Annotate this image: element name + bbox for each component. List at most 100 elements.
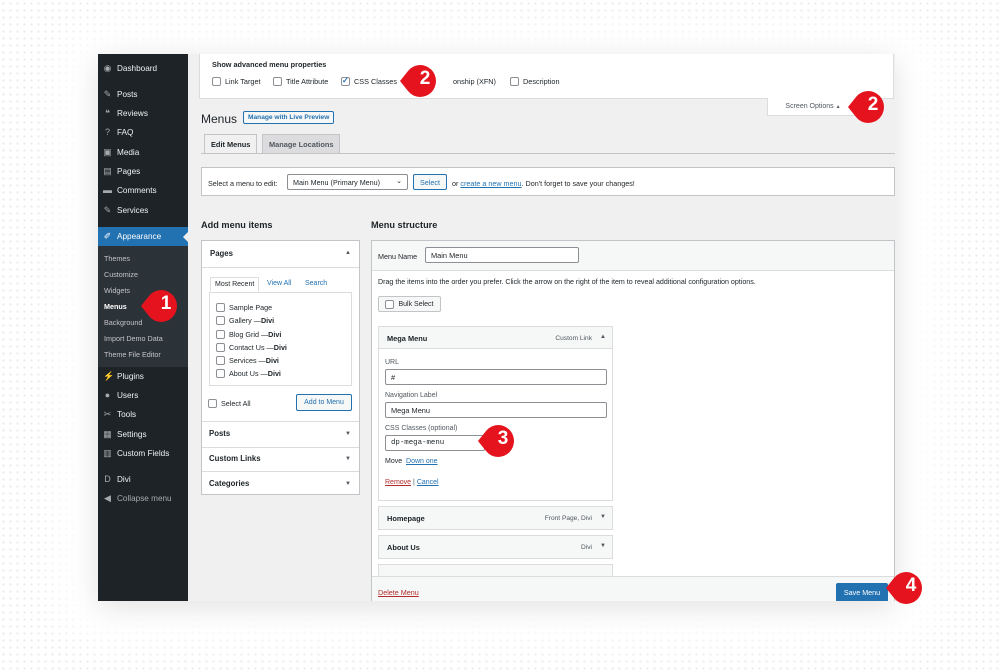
option-xfn[interactable]: onship (XFN) — [453, 77, 496, 86]
live-preview-button[interactable]: Manage with Live Preview — [243, 111, 335, 124]
checkbox[interactable] — [208, 399, 217, 408]
fields-icon: ▥ — [103, 448, 112, 458]
sidebar-item-services[interactable]: ✎ Services — [98, 201, 188, 220]
submenu-widgets[interactable]: Widgets — [104, 286, 130, 295]
url-input[interactable]: # — [385, 369, 607, 385]
checkbox[interactable] — [216, 356, 225, 365]
callout-badge: 3 — [478, 423, 520, 459]
add-menu-items-heading: Add menu items — [201, 220, 273, 230]
sidebar-item-media[interactable]: ▣ Media — [98, 143, 188, 162]
submenu-import-demo-data[interactable]: Import Demo Data — [104, 334, 163, 343]
wrench-icon: ✂ — [103, 409, 112, 419]
tab-most-recent[interactable]: Most Recent — [210, 277, 260, 292]
remove-link[interactable]: Remove — [385, 479, 411, 486]
sidebar-item-custom-fields[interactable]: ▥ Custom Fields — [98, 444, 188, 463]
css-classes-input[interactable]: dp-mega-menu — [385, 435, 485, 451]
list-item[interactable]: About Us — Divi — [216, 369, 281, 378]
menu-instructions: Drag the items into the order you prefer… — [378, 278, 756, 286]
sidebar-item-users[interactable]: ● Users — [98, 386, 188, 405]
menu-item-expanded: Mega Menu Custom Link ▲ URL # Navigation… — [378, 326, 613, 501]
checkbox[interactable] — [216, 330, 225, 339]
url-label: URL — [385, 359, 400, 366]
sidebar-item-faq[interactable]: ? FAQ — [98, 123, 188, 142]
menu-select-dropdown[interactable]: Main Menu (Primary Menu) ⌄ — [287, 174, 408, 190]
sidebar-item-plugins[interactable]: ⚡ Plugins — [98, 367, 188, 386]
question-icon: ? — [104, 127, 110, 137]
add-to-menu-button[interactable]: Add to Menu — [296, 394, 352, 411]
submenu-themes[interactable]: Themes — [104, 254, 130, 263]
checkbox[interactable] — [216, 316, 225, 325]
sidebar-item-comments[interactable]: ▬ Comments — [98, 181, 188, 200]
accordion-pages-title[interactable]: Pages — [210, 249, 233, 258]
pushpin-icon: ✎ — [103, 89, 112, 99]
sidebar-item-settings[interactable]: ▦ Settings — [98, 425, 188, 444]
list-item[interactable]: Contact Us — Divi — [216, 343, 287, 352]
list-item[interactable]: Services — Divi — [216, 356, 279, 365]
screen-options-title: Show advanced menu properties — [212, 60, 327, 69]
move-down-one-link[interactable]: Down one — [406, 458, 438, 465]
sidebar-item-reviews[interactable]: ❝ Reviews — [98, 104, 188, 123]
sidebar-item-divi[interactable]: D Divi — [98, 470, 188, 489]
admin-sidebar: ◉ Dashboard ✎ Posts ❝ Reviews ? FAQ ▣ Media ▤… — [98, 54, 188, 601]
tab-search[interactable]: Search — [305, 280, 327, 287]
menu-item-header[interactable]: Mega Menu Custom Link ▲ — [379, 327, 612, 349]
cancel-link[interactable]: Cancel — [417, 479, 439, 486]
sidebar-item-dashboard[interactable]: ◉ Dashboard — [98, 59, 188, 78]
submenu-menus[interactable]: Menus — [104, 302, 127, 311]
submenu-customize[interactable]: Customize — [104, 270, 138, 279]
arrow-down-icon[interactable]: ▼ — [600, 543, 606, 549]
bulk-select-button[interactable]: Bulk Select — [378, 296, 441, 312]
option-title-attribute[interactable]: Title Attribute — [273, 77, 328, 86]
screen-options-toggle[interactable]: Screen Options ▲ — [767, 98, 859, 116]
checkbox[interactable] — [216, 343, 225, 352]
select-all-checkbox[interactable]: Select All — [208, 399, 251, 408]
option-link-target[interactable]: Link Target — [212, 77, 261, 86]
menu-item-type: Custom Link — [555, 335, 592, 342]
sidebar-item-pages[interactable]: ▤ Pages — [98, 162, 188, 181]
checkbox[interactable] — [216, 303, 225, 312]
sidebar-item-appearance[interactable]: ✐ Appearance — [98, 227, 188, 246]
settings-icon: ▦ — [103, 429, 112, 439]
collapse-menu-button[interactable]: ◀ Collapse menu — [98, 489, 188, 508]
checkbox[interactable] — [510, 77, 519, 86]
tab-view-all[interactable]: View All — [267, 280, 291, 287]
sidebar-item-tools[interactable]: ✂ Tools — [98, 405, 188, 424]
checkbox[interactable] — [212, 77, 221, 86]
select-menu-label: Select a menu to edit: — [208, 179, 278, 188]
accordion-custom-links-title[interactable]: Custom Links — [209, 454, 261, 463]
menu-item[interactable]: Homepage Front Page, Divi ▼ — [378, 506, 613, 530]
list-item[interactable]: Sample Page — [216, 303, 272, 312]
accordion-posts-title[interactable]: Posts — [209, 429, 230, 438]
checkbox[interactable] — [216, 369, 225, 378]
callout-badge: 2 — [400, 63, 442, 99]
checkbox-checked[interactable] — [341, 76, 350, 86]
tab-edit-menus[interactable]: Edit Menus — [204, 134, 258, 153]
tab-manage-locations[interactable]: Manage Locations — [262, 134, 341, 153]
sidebar-item-posts[interactable]: ✎ Posts — [98, 85, 188, 104]
menu-item-title: About Us — [387, 543, 420, 552]
checkbox[interactable] — [273, 77, 282, 86]
comment-icon: ▬ — [103, 185, 112, 195]
list-item[interactable]: Gallery — Divi — [216, 316, 274, 325]
accordion-categories-title[interactable]: Categories — [209, 479, 249, 488]
menu-select-bar: Select a menu to edit: Main Menu (Primar… — [201, 167, 895, 196]
menu-item[interactable]: About Us Divi ▼ — [378, 535, 613, 559]
pushpin-icon: ✎ — [103, 205, 112, 215]
arrow-down-icon[interactable]: ▼ — [600, 514, 606, 520]
arrow-up-icon[interactable]: ▲ — [600, 334, 606, 340]
delete-menu-link[interactable]: Delete Menu — [378, 588, 419, 597]
list-item[interactable]: Blog Grid — Divi — [216, 330, 281, 339]
menu-name-input[interactable]: Main Menu — [425, 247, 579, 263]
submenu-background[interactable]: Background — [104, 318, 142, 327]
save-menu-button[interactable]: Save Menu — [836, 583, 888, 601]
submenu-theme-file-editor[interactable]: Theme File Editor — [104, 350, 161, 359]
option-css-classes[interactable]: CSS Classes — [341, 76, 397, 86]
arrow-up-icon[interactable]: ▲ — [345, 250, 351, 256]
quote-icon: ❝ — [105, 108, 110, 118]
menu-structure-panel: Menu Name Main Menu Drag the items into … — [371, 240, 895, 601]
create-new-menu-link[interactable]: create a new menu — [460, 179, 521, 188]
gauge-icon: ◉ — [103, 63, 112, 73]
select-menu-button[interactable]: Select — [413, 174, 447, 190]
option-description[interactable]: Description — [510, 77, 560, 86]
navigation-label-input[interactable]: Mega Menu — [385, 402, 607, 418]
